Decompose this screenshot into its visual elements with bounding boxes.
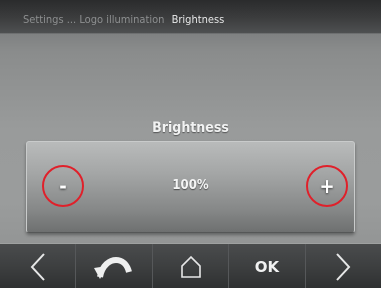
screen: Settings ... Logo illumination Brightnes… bbox=[0, 0, 381, 288]
brightness-value: 100% bbox=[172, 178, 209, 193]
breadcrumb-logo-illumination[interactable]: Logo illumination bbox=[79, 13, 164, 26]
back-arrow-icon bbox=[94, 256, 133, 279]
ok-button[interactable]: OK bbox=[228, 244, 304, 288]
home-button[interactable] bbox=[151, 244, 228, 288]
ok-label: OK bbox=[254, 257, 280, 276]
brightness-panel: - 100% + bbox=[26, 141, 355, 233]
breadcrumb-bar: Settings ... Logo illumination Brightnes… bbox=[0, 0, 381, 34]
breadcrumb-separator: ... bbox=[66, 13, 77, 26]
prev-button[interactable] bbox=[0, 244, 75, 288]
breadcrumb-current: Brightness bbox=[171, 13, 225, 26]
breadcrumb-settings[interactable]: Settings bbox=[23, 13, 64, 26]
breadcrumb: Settings ... Logo illumination Brightnes… bbox=[23, 13, 224, 26]
home-icon bbox=[180, 255, 201, 278]
bottom-nav: OK bbox=[0, 243, 381, 288]
next-button[interactable] bbox=[304, 244, 381, 288]
page-title: Brightness bbox=[152, 120, 229, 136]
chevron-right-icon bbox=[336, 252, 351, 281]
back-button[interactable] bbox=[75, 244, 151, 288]
increase-button[interactable]: + bbox=[306, 165, 348, 207]
chevron-left-icon bbox=[30, 252, 45, 281]
